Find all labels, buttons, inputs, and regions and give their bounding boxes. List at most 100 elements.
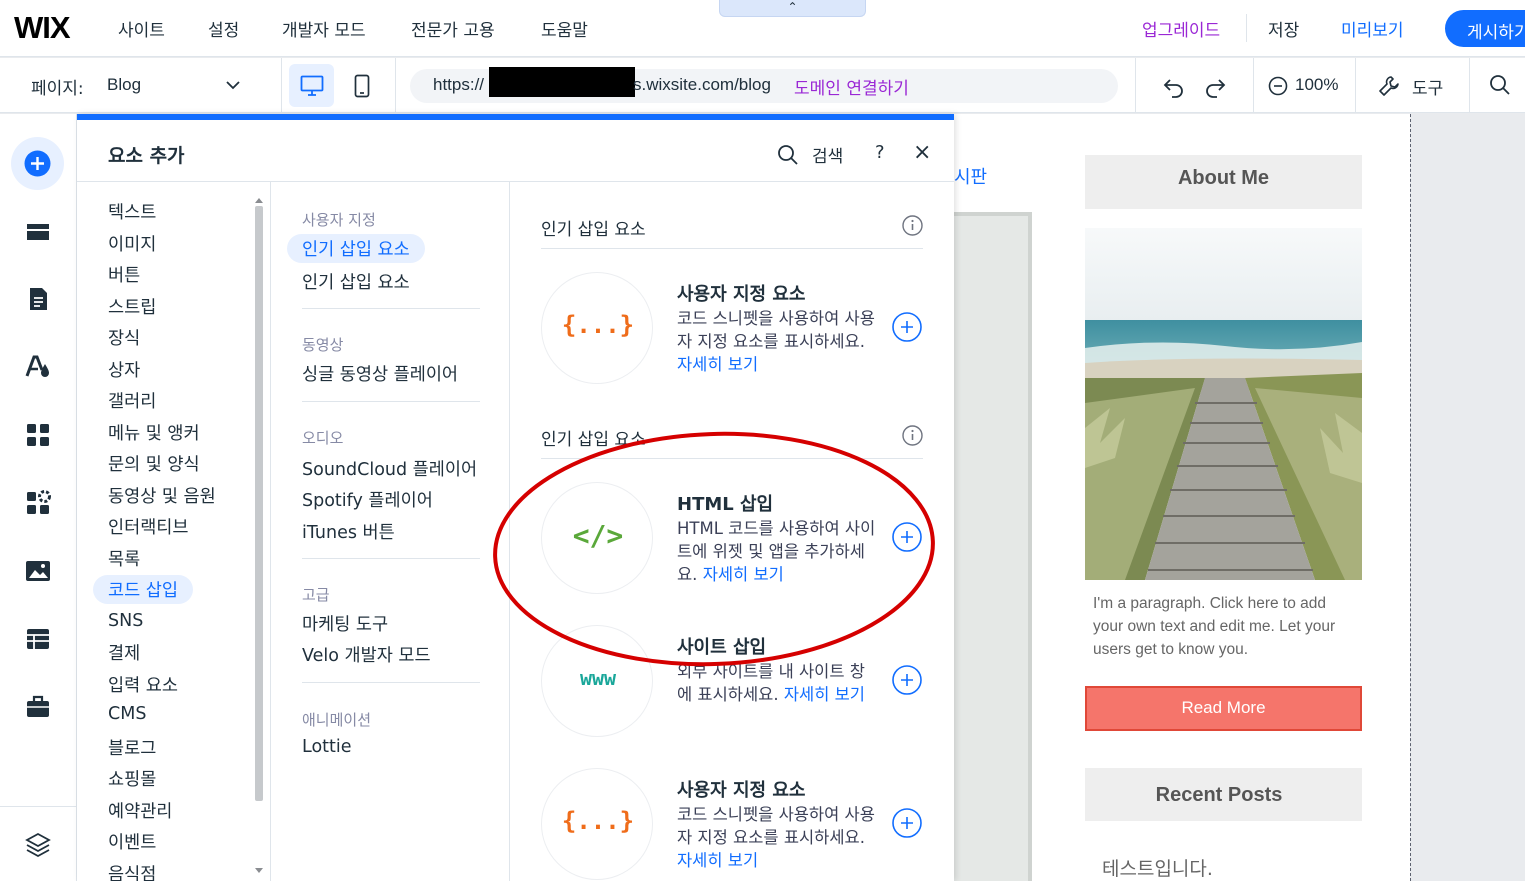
sub-popular-embeds[interactable]: 인기 삽입 요소 — [302, 269, 410, 294]
recent-post-item[interactable]: 테스트입니다. — [1102, 854, 1213, 881]
category-store[interactable]: 쇼핑몰 — [108, 766, 156, 791]
sub-soundcloud-player[interactable]: SoundCloud 플레이어 — [302, 456, 477, 481]
zoom-out-icon[interactable] — [1268, 76, 1288, 96]
site-embed-thumbnail[interactable]: www — [541, 625, 653, 737]
menu-settings[interactable]: 설정 — [208, 16, 239, 41]
category-cms[interactable]: CMS — [108, 704, 146, 724]
category-video-music[interactable]: 동영상 및 음원 — [108, 483, 216, 508]
panel-search-button[interactable]: 검색 — [812, 142, 843, 167]
custom-element-thumbnail[interactable]: {...} — [541, 272, 653, 384]
sub-itunes-button[interactable]: iTunes 버튼 — [302, 519, 395, 544]
tools-button[interactable]: 도구 — [1412, 74, 1443, 99]
category-restaurants[interactable]: 음식점 — [108, 861, 156, 881]
desktop-view-button[interactable] — [289, 64, 334, 107]
add-plus-icon[interactable] — [892, 522, 922, 552]
category-blog[interactable]: 블로그 — [108, 735, 156, 760]
search-icon[interactable] — [777, 144, 799, 166]
zoom-level[interactable]: 100% — [1295, 75, 1338, 95]
cms-icon[interactable] — [23, 624, 53, 654]
category-interactive[interactable]: 인터랙티브 — [108, 514, 189, 539]
about-paragraph[interactable]: I'm a paragraph. Click here to add your … — [1093, 592, 1358, 661]
divider — [541, 458, 923, 459]
category-payments[interactable]: 결제 — [108, 640, 140, 665]
about-title[interactable]: About Me — [1085, 167, 1362, 190]
html-embed-thumbnail[interactable]: </> — [541, 482, 653, 594]
portfolio-icon[interactable] — [23, 692, 53, 722]
apps-icon[interactable] — [23, 420, 53, 450]
connect-domain-link[interactable]: 도메인 연결하기 — [794, 74, 909, 99]
sub-popular-embeds-selected[interactable]: 인기 삽입 요소 — [287, 234, 425, 263]
add-plus-icon[interactable] — [892, 665, 922, 695]
learn-more-link[interactable]: 자세히 보기 — [784, 685, 865, 704]
sub-lottie[interactable]: Lottie — [302, 737, 352, 757]
divider — [281, 58, 282, 113]
sub-velo-dev-mode[interactable]: Velo 개발자 모드 — [302, 642, 431, 667]
layers-icon[interactable] — [23, 830, 53, 860]
add-plus-icon[interactable] — [892, 808, 922, 838]
save-button[interactable]: 저장 — [1268, 16, 1299, 41]
category-list[interactable]: 목록 — [108, 546, 140, 571]
content-strip[interactable] — [954, 212, 1032, 881]
learn-more-link[interactable]: 자세히 보기 — [677, 355, 758, 374]
category-text[interactable]: 텍스트 — [108, 199, 156, 224]
publish-button[interactable]: 게시하기 — [1445, 10, 1525, 47]
category-scrollbar[interactable] — [253, 196, 265, 876]
wix-logo[interactable]: WIX — [14, 10, 71, 46]
design-icon[interactable] — [23, 352, 53, 382]
chevron-down-icon[interactable] — [224, 76, 242, 94]
menu-help[interactable]: 도움말 — [541, 16, 588, 41]
category-bookings[interactable]: 예약관리 — [108, 798, 172, 823]
info-icon[interactable] — [902, 215, 923, 236]
add-elements-button[interactable] — [11, 137, 64, 190]
close-icon[interactable]: × — [913, 140, 931, 165]
sub-marketing-tools[interactable]: 마케팅 도구 — [302, 611, 388, 636]
category-embed-code[interactable]: 코드 삽입 — [93, 575, 193, 604]
custom-element-thumbnail[interactable]: {...} — [541, 768, 653, 880]
category-image[interactable]: 이미지 — [108, 231, 156, 256]
sub-spotify-player[interactable]: Spotify 플레이어 — [302, 487, 433, 512]
undo-icon[interactable] — [1162, 76, 1186, 98]
read-more-button[interactable]: Read More — [1085, 686, 1362, 731]
category-box[interactable]: 상자 — [108, 357, 140, 382]
preview-button[interactable]: 미리보기 — [1341, 16, 1404, 41]
category-gallery[interactable]: 갤러리 — [108, 388, 156, 413]
category-input[interactable]: 입력 요소 — [108, 672, 178, 697]
help-icon[interactable]: ? — [875, 142, 885, 163]
wrench-icon[interactable] — [1377, 74, 1401, 98]
menu-dev-mode[interactable]: 개발자 모드 — [282, 16, 366, 41]
category-menu-anchor[interactable]: 메뉴 및 앵커 — [108, 420, 200, 445]
category-button[interactable]: 버튼 — [108, 262, 140, 287]
pages-icon[interactable] — [23, 284, 53, 314]
mobile-view-button[interactable] — [350, 64, 376, 107]
business-apps-icon[interactable] — [23, 488, 53, 518]
info-icon[interactable] — [902, 425, 923, 446]
page-selector[interactable]: Blog — [107, 75, 141, 95]
category-social[interactable]: SNS — [108, 611, 143, 631]
recent-posts-title[interactable]: Recent Posts — [1085, 784, 1353, 807]
learn-more-link[interactable]: 자세히 보기 — [703, 565, 784, 584]
collapse-toolbar-button[interactable]: ⌃ — [719, 0, 866, 17]
beach-boardwalk-image — [1085, 228, 1362, 580]
about-image[interactable] — [1085, 228, 1362, 580]
menu-item-fragment[interactable]: 시판 — [954, 163, 987, 189]
subgroup-heading-video: 동영상 — [302, 336, 344, 354]
add-plus-icon[interactable] — [892, 312, 922, 342]
scroll-down-icon[interactable] — [254, 867, 264, 875]
learn-more-link[interactable]: 자세히 보기 — [677, 851, 758, 870]
scroll-up-icon[interactable] — [254, 196, 264, 204]
redo-icon[interactable] — [1203, 76, 1227, 98]
sections-icon[interactable] — [23, 217, 53, 247]
scrollbar-thumb[interactable] — [255, 206, 263, 801]
upgrade-link[interactable]: 업그레이드 — [1142, 16, 1220, 41]
category-contact-forms[interactable]: 문의 및 양식 — [108, 451, 200, 476]
menu-site[interactable]: 사이트 — [118, 16, 165, 41]
menu-hire-expert[interactable]: 전문가 고용 — [411, 16, 495, 41]
divider — [302, 308, 480, 309]
search-icon[interactable] — [1489, 74, 1511, 96]
category-decorative[interactable]: 장식 — [108, 325, 140, 350]
media-icon[interactable] — [23, 556, 53, 586]
sub-single-video-player[interactable]: 싱글 동영상 플레이어 — [302, 361, 458, 386]
category-events[interactable]: 이벤트 — [108, 829, 156, 854]
category-strip[interactable]: 스트립 — [108, 294, 156, 319]
url-prefix: https:// — [433, 75, 485, 94]
